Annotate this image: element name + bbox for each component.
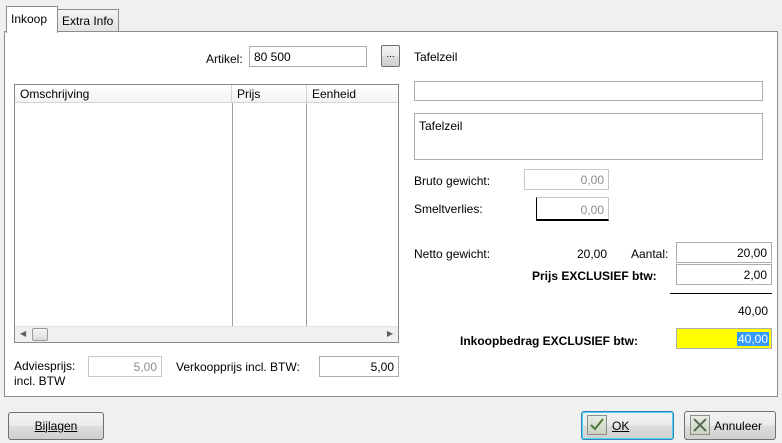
subtotal-separator [670,293,772,294]
inkoopbedrag-value: 40,00 [736,332,769,346]
list-header: Omschrijving Prijs Eenheid [15,85,398,103]
column-omschrijving-label: Omschrijving [20,87,90,101]
artikel-browse-button[interactable]: ... [381,45,400,67]
form-content: Artikel: 80 500 ... Tafelzeil Omschrijvi… [0,0,782,443]
items-list[interactable]: Omschrijving Prijs Eenheid ◀ ▶ [14,84,399,343]
subtotal-value: 40,00 [737,304,768,318]
aantal-field[interactable]: 20,00 [676,242,772,263]
column-header-prijs[interactable]: Prijs [232,85,307,103]
prijs-exclusief-field[interactable]: 2,00 [676,264,772,285]
verkoopprijs-field[interactable]: 5,00 [319,356,399,377]
column-header-omschrijving[interactable]: Omschrijving [15,85,232,103]
smeltverlies-field[interactable]: 0,00 [536,197,609,221]
netto-gewicht-label: Netto gewicht: [414,247,491,261]
inkoopbedrag-field[interactable]: 40,00 [676,328,772,349]
column-eenheid-label: Eenheid [312,87,357,101]
aantal-label: Aantal: [631,247,669,261]
scroll-right-icon[interactable]: ▶ [387,329,393,338]
prijs-exclusief-label: Prijs EXCLUSIEF btw: [532,269,657,283]
column-divider [232,103,233,327]
name-field[interactable] [414,81,763,101]
bruto-gewicht-field[interactable]: 0,00 [524,169,609,190]
artikel-input[interactable]: 80 500 [249,46,367,67]
artikel-description: Tafelzeil [414,50,458,64]
adviesprijs-label-incl: incl. BTW [14,374,66,388]
scrollbar-thumb[interactable] [32,328,48,341]
verkoopprijs-label: Verkoopprijs incl. BTW: [176,360,300,374]
horizontal-scrollbar[interactable]: ◀ ▶ [15,326,398,342]
inkoopbedrag-label: Inkoopbedrag EXCLUSIEF btw: [460,334,639,348]
column-header-eenheid[interactable]: Eenheid [307,85,398,103]
scroll-left-icon[interactable]: ◀ [20,329,26,338]
adviesprijs-label: Adviesprijs: [14,359,76,373]
column-prijs-label: Prijs [237,87,261,101]
bruto-gewicht-label: Bruto gewicht: [414,174,491,188]
column-divider [306,103,307,327]
adviesprijs-field[interactable]: 5,00 [88,356,162,377]
artikel-label: Artikel: [206,52,243,66]
smeltverlies-label: Smeltverlies: [414,202,483,216]
netto-gewicht-value: 20,00 [576,247,607,261]
memo-field[interactable]: Tafelzeil [414,113,763,160]
